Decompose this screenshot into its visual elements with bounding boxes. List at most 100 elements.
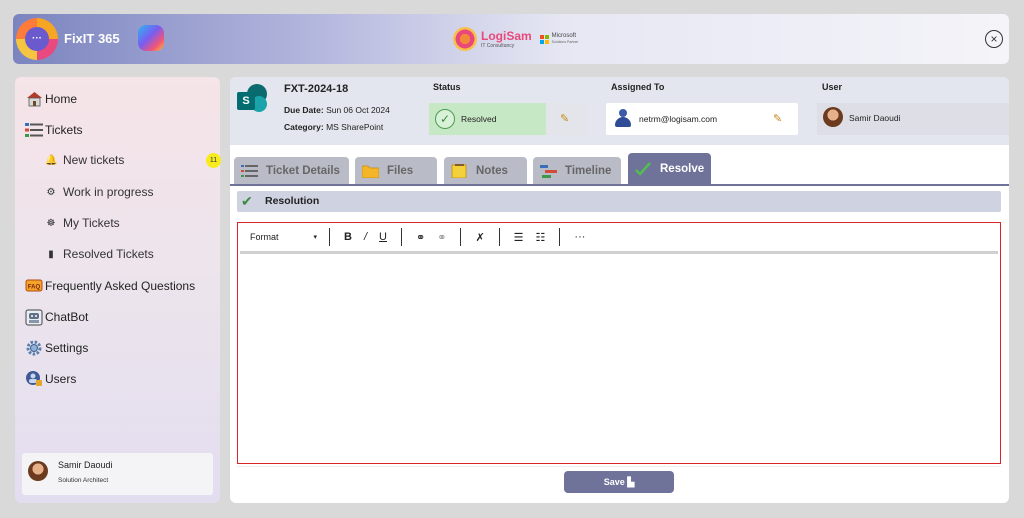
app-name: FixIT 365 [64, 31, 120, 46]
app-header: ··· FixIT 365 LogiSam IT Consultancy Mic… [13, 14, 1009, 64]
user-label: User [822, 82, 843, 92]
profile-name: Samir Daoudi [58, 460, 113, 470]
status-label: Status [433, 82, 461, 92]
underline-button[interactable]: U [379, 231, 387, 243]
partner-name: LogiSam [481, 28, 532, 43]
tab-label: Timeline [565, 164, 612, 177]
unlink-icon[interactable]: ⚭ [437, 231, 446, 244]
new-tickets-badge: 11 [206, 153, 221, 168]
tab-notes[interactable]: Notes [444, 157, 527, 184]
format-dropdown[interactable]: Format ▾ [250, 232, 317, 242]
my-tickets-icon: ☸ [46, 217, 56, 229]
microsoft-sub: Solutions Partner [551, 40, 579, 44]
check-icon [635, 161, 652, 176]
timeline-icon [540, 164, 557, 178]
close-button[interactable]: × [985, 30, 1003, 48]
partner-logo: LogiSam IT Consultancy Microsoft Solutio… [453, 23, 579, 55]
notes-icon [451, 163, 468, 178]
check-icon: ✔ [241, 193, 253, 209]
sidebar-item-label: Tickets [45, 123, 83, 137]
users-icon [25, 370, 43, 388]
progress-icon: ⚙ [46, 186, 56, 198]
check-circle-icon: ✓ [435, 109, 455, 129]
tab-label: Files [387, 164, 414, 177]
user-field: Samir Daoudi [817, 103, 1009, 135]
user-value: Samir Daoudi [849, 113, 901, 123]
tab-ticket-details[interactable]: Ticket Details [234, 157, 349, 184]
sidebar-item-label: Users [45, 372, 77, 386]
partner-tagline: IT Consultancy [481, 42, 515, 49]
sidebar-item-chatbot[interactable]: ChatBot [25, 308, 88, 326]
status-field[interactable]: ✓ Resolved ✎ [429, 103, 586, 135]
resolved-icon: ▮ [48, 248, 54, 260]
chevron-down-icon: ▾ [313, 234, 318, 241]
pencil-icon[interactable]: ✎ [560, 112, 569, 125]
profile-role: Solution Architect [58, 477, 109, 484]
ticket-id: FXT-2024-18 [284, 83, 349, 95]
gear-icon [25, 339, 43, 357]
bell-icon: 🔔 [45, 154, 58, 166]
sidebar-subitem-label: New tickets [63, 153, 125, 167]
save-row: Save ▙ [237, 466, 1001, 496]
assigned-label: Assigned To [611, 82, 665, 92]
tab-label: Ticket Details [266, 164, 340, 177]
avatar [823, 107, 843, 127]
sidebar-item-work-in-progress[interactable]: ⚙ Work in progress [45, 185, 154, 199]
main-panel: S FXT-2024-18 Due Date: Sun 06 Oct 2024 … [230, 77, 1009, 503]
toolbar-divider [240, 251, 998, 254]
sidebar-item-users[interactable]: Users [25, 370, 76, 388]
tab-timeline[interactable]: Timeline [533, 157, 621, 184]
bold-button[interactable]: B [344, 231, 352, 243]
microsoft-partner-badge: Microsoft Solutions Partner [539, 33, 579, 45]
home-icon [25, 90, 43, 108]
faq-icon: FAQ [25, 277, 43, 295]
save-button[interactable]: Save ▙ [564, 471, 674, 493]
profile-card[interactable]: Samir Daoudi Solution Architect [22, 453, 213, 495]
sidebar-item-label: ChatBot [45, 310, 89, 324]
tab-resolve[interactable]: Resolve [628, 153, 711, 184]
sidebar-subitem-label: Work in progress [63, 185, 154, 199]
list-icon [241, 164, 258, 178]
chatbot-icon [25, 308, 43, 326]
tab-files[interactable]: Files [355, 157, 437, 184]
sidebar-item-new-tickets[interactable]: 🔔 New tickets [45, 153, 124, 167]
sidebar-item-faq[interactable]: FAQ Frequently Asked Questions [25, 277, 195, 295]
numbered-list-icon[interactable]: ☷ [536, 231, 546, 244]
resolution-editor[interactable]: Format ▾ B / U ⚭ ⚭ ✗ ☰ ☷ ··· [237, 222, 1001, 464]
italic-button[interactable]: / [364, 231, 367, 243]
status-value: Resolved [461, 114, 497, 124]
tab-underline [230, 184, 1009, 186]
sidebar: Home Tickets 🔔 New tickets 11 ⚙ Work in … [15, 77, 221, 503]
copilot-icon[interactable] [138, 25, 164, 51]
pencil-icon[interactable]: ✎ [773, 112, 782, 125]
bullet-list-icon[interactable]: ☰ [514, 231, 524, 244]
assigned-field[interactable]: netrm@logisam.com ✎ [606, 103, 798, 135]
tab-label: Resolve [660, 162, 705, 175]
sidebar-subitem-label: Resolved Tickets [63, 247, 154, 261]
sidebar-item-label: Settings [45, 341, 89, 355]
microsoft-logo-icon [539, 34, 549, 44]
resolution-header: ✔ Resolution [237, 191, 1001, 212]
link-icon[interactable]: ⚭ [416, 231, 425, 244]
editor-toolbar: Format ▾ B / U ⚭ ⚭ ✗ ☰ ☷ ··· [238, 223, 999, 251]
sidebar-item-label: Frequently Asked Questions [45, 279, 196, 293]
sidebar-item-tickets[interactable]: Tickets [25, 121, 83, 139]
tickets-icon [25, 121, 43, 139]
assigned-value: netrm@logisam.com [639, 114, 718, 124]
folder-icon [361, 164, 380, 178]
clear-format-icon[interactable]: ✗ [475, 231, 484, 244]
sharepoint-icon: S [237, 84, 267, 114]
category: Category: MS SharePoint [284, 122, 384, 132]
sidebar-item-label: Home [45, 92, 78, 106]
sidebar-item-resolved-tickets[interactable]: ▮ Resolved Tickets [45, 247, 154, 261]
resolution-title: Resolution [265, 195, 320, 207]
tab-label: Notes [476, 164, 508, 177]
avatar [28, 461, 48, 481]
app-logo-icon: ··· [16, 18, 58, 60]
person-icon [614, 109, 632, 127]
sidebar-item-settings[interactable]: Settings [25, 339, 88, 357]
ticket-summary: S FXT-2024-18 Due Date: Sun 06 Oct 2024 … [230, 77, 1009, 145]
sidebar-item-home[interactable]: Home [25, 90, 77, 108]
sidebar-item-my-tickets[interactable]: ☸ My Tickets [45, 216, 120, 230]
more-options-button[interactable]: ··· [574, 231, 585, 243]
